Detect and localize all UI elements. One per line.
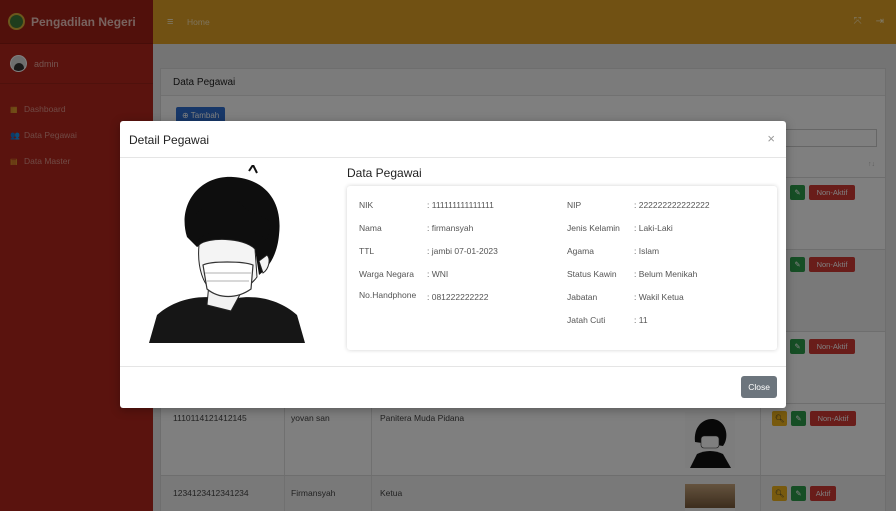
detail-pegawai-modal: Detail Pegawai × Data Pegawai NIK : 1111…: [120, 121, 786, 408]
value-status-kawin: : Belum Menikah: [634, 269, 698, 279]
close-button[interactable]: Close: [741, 376, 777, 398]
value-jabatan: : Wakil Ketua: [634, 292, 684, 302]
label-warga-negara: Warga Negara: [359, 269, 414, 279]
value-no-handphone: : 081222222222: [427, 292, 489, 302]
label-no-handphone: No.Handphone: [359, 290, 417, 300]
label-status-kawin: Status Kawin: [567, 269, 617, 279]
label-nama: Nama: [359, 223, 382, 233]
label-ttl: TTL: [359, 246, 375, 256]
section-title: Data Pegawai: [347, 166, 422, 180]
value-jatah-cuti: : 11: [634, 315, 648, 325]
value-jenis-kelamin: : Laki-Laki: [634, 223, 673, 233]
label-jatah-cuti: Jatah Cuti: [567, 315, 606, 325]
employee-details: NIK : 111111111111111 Nama : firmansyah …: [347, 186, 777, 350]
label-nik: NIK: [359, 200, 374, 210]
modal-title: Detail Pegawai: [129, 133, 210, 147]
label-agama: Agama: [567, 246, 594, 256]
value-ttl: : jambi 07-01-2023: [427, 246, 498, 256]
label-jabatan: Jabatan: [567, 292, 598, 302]
label-jenis-kelamin: Jenis Kelamin: [567, 223, 620, 233]
value-agama: : Islam: [634, 246, 660, 256]
value-nama: : firmansyah: [427, 223, 474, 233]
close-icon[interactable]: ×: [767, 131, 775, 146]
label-nip: NIP: [567, 200, 582, 210]
employee-photo: [147, 165, 307, 343]
value-nip: : 222222222222222: [634, 200, 710, 210]
value-nik: : 111111111111111: [427, 200, 494, 210]
value-warga-negara: : WNI: [427, 269, 449, 279]
